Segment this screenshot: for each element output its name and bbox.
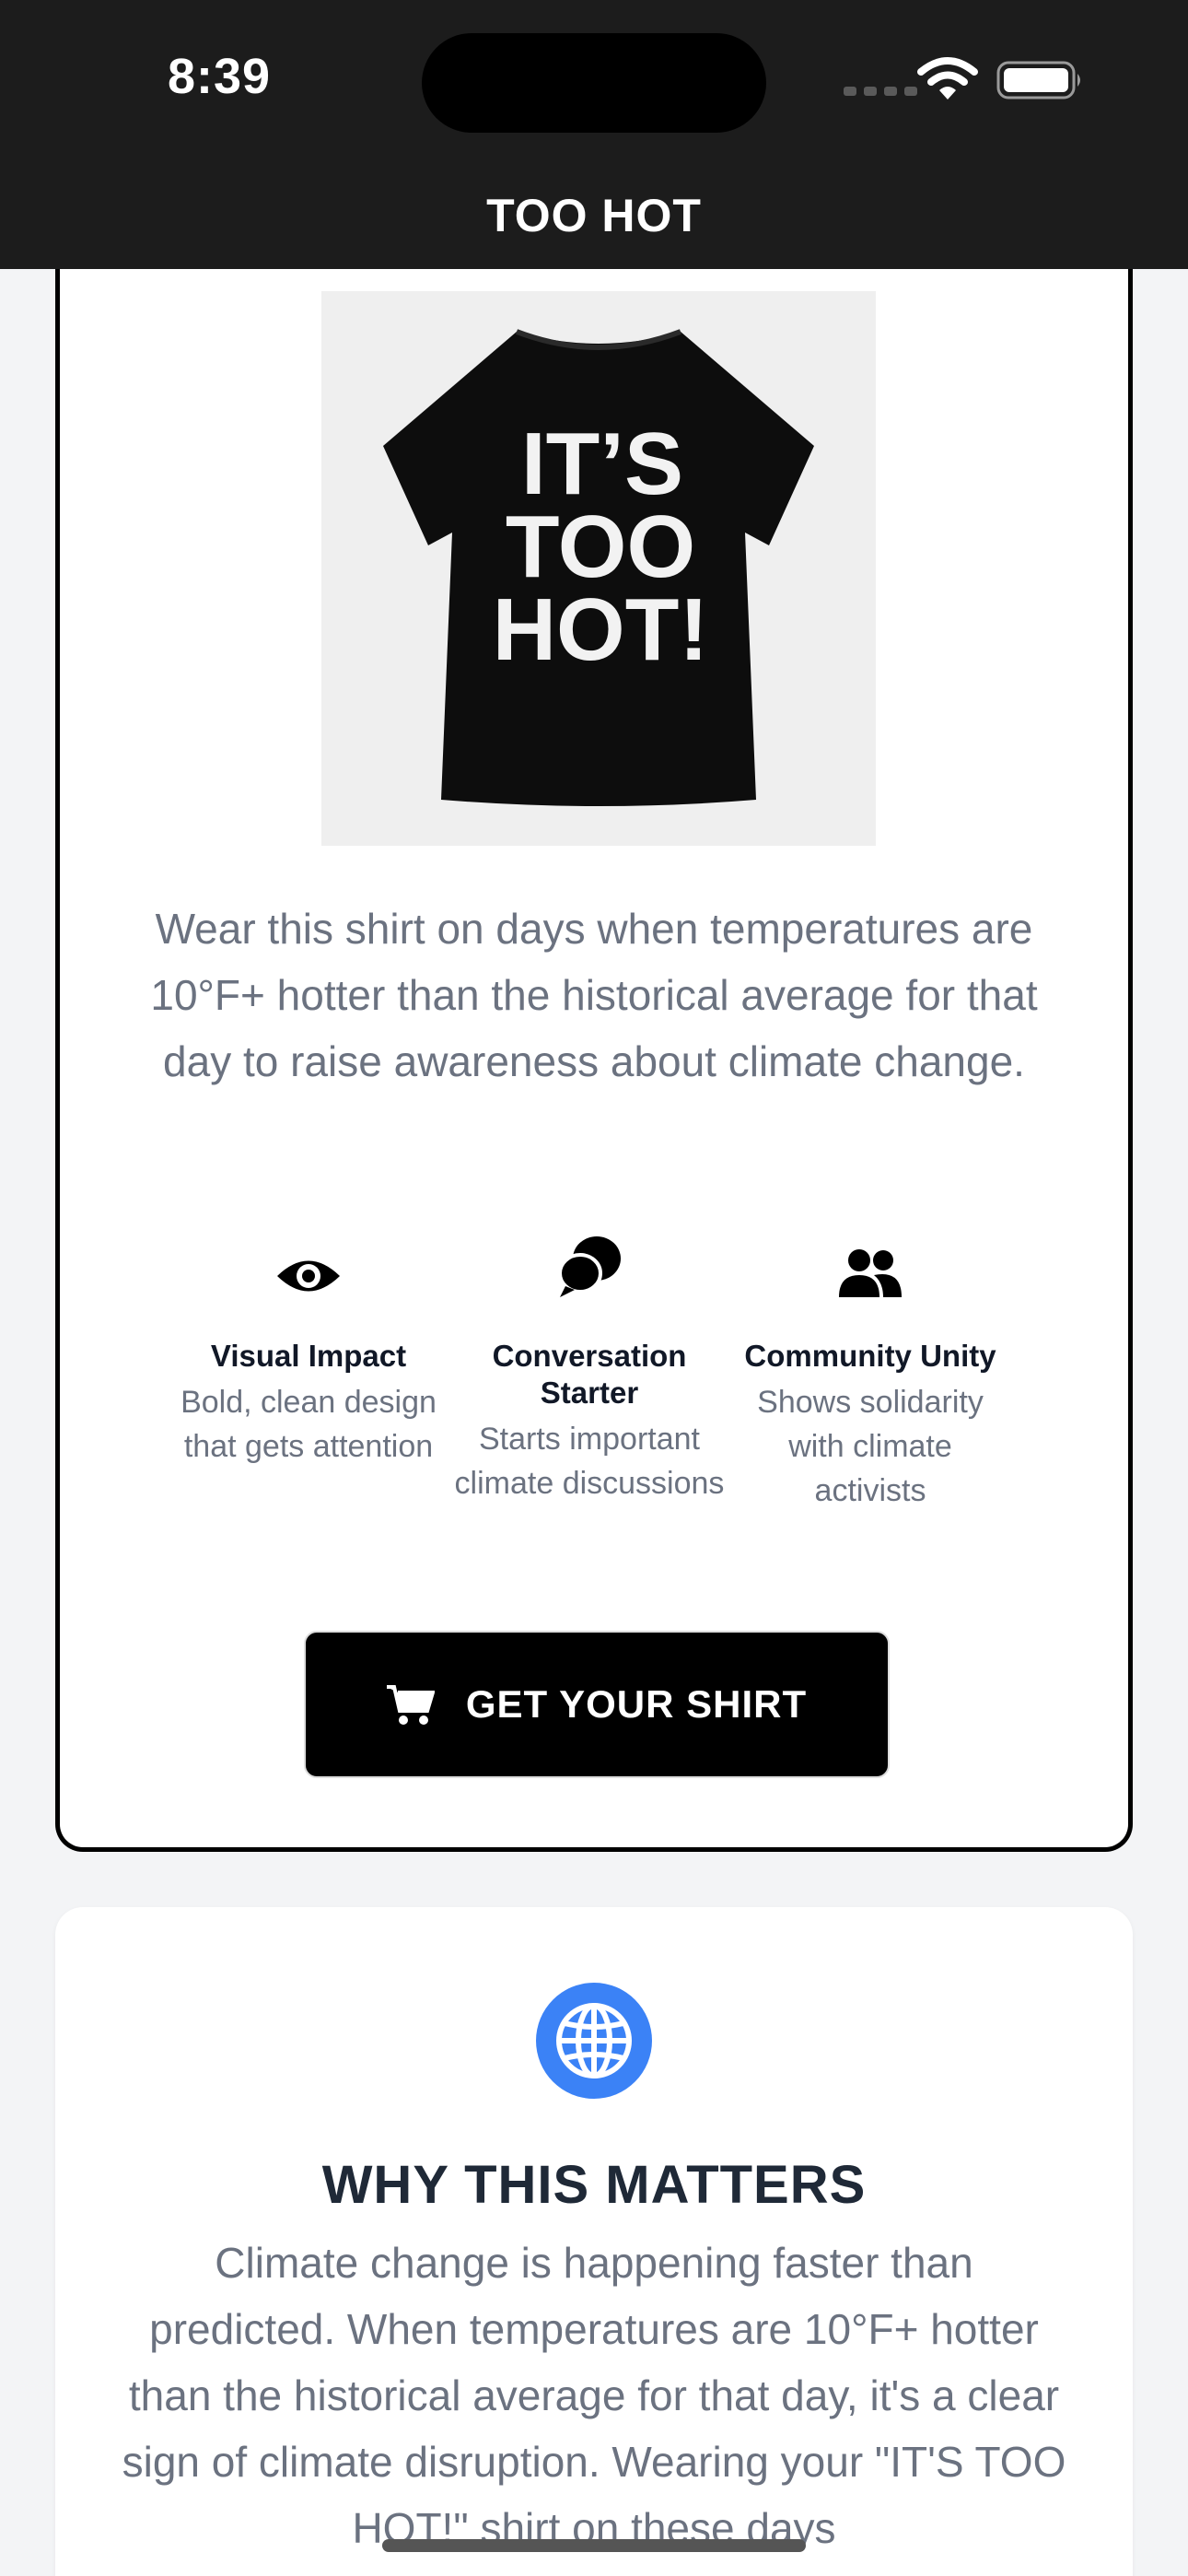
feature-title: Conversation Starter [492,1339,687,1410]
product-description: Wear this shirt on days when temperature… [150,905,1038,1085]
cellular-signal-icon [844,87,917,96]
chat-bubbles-icon [451,1225,728,1299]
page-title: TOO HOT [486,190,702,241]
eye-icon [170,1225,447,1299]
dynamic-island [422,33,766,133]
get-shirt-button[interactable]: GET YOUR SHIRT [304,1631,890,1778]
shirt-text-line-3: HOT! [493,580,709,679]
feature-title: Visual Impact [210,1339,407,1373]
feature-list: Visual Impact Bold, clean design that ge… [170,1225,1027,1539]
wifi-icon [917,57,978,100]
feature-community-unity: Community Unity Shows solidarity with cl… [732,1225,1008,1513]
feature-conversation-starter: Conversation Starter Starts important cl… [451,1225,728,1505]
why-this-matters-card: WHY THIS MATTERS Climate change is happe… [55,1907,1133,2576]
why-text: Climate change is happening faster than … [122,2239,1066,2552]
product-card: IT’S TOO HOT! Wear this shirt on days wh… [55,166,1133,1852]
cart-icon [386,1685,435,1725]
globe-icon [534,1981,654,2105]
users-icon [732,1225,1008,1299]
buy-button-label: GET YOUR SHIRT [465,1682,808,1726]
feature-title: Community Unity [744,1339,996,1373]
app-header: 8:39 TOO HOT [0,0,1188,269]
why-title: WHY THIS MATTERS [321,2155,867,2215]
home-indicator[interactable] [382,2539,806,2552]
feature-description: Bold, clean design that gets attention [181,1385,437,1464]
feature-visual-impact: Visual Impact Bold, clean design that ge… [170,1225,447,1469]
feature-description: Starts important climate discussions [454,1422,725,1501]
status-time: 8:39 [168,49,272,104]
screen: IT’S TOO HOT! Wear this shirt on days wh… [0,0,1188,2576]
shirt-image: IT’S TOO HOT! [321,291,876,846]
feature-description: Shows solidarity with climate activists [757,1385,984,1508]
battery-icon [996,61,1080,100]
